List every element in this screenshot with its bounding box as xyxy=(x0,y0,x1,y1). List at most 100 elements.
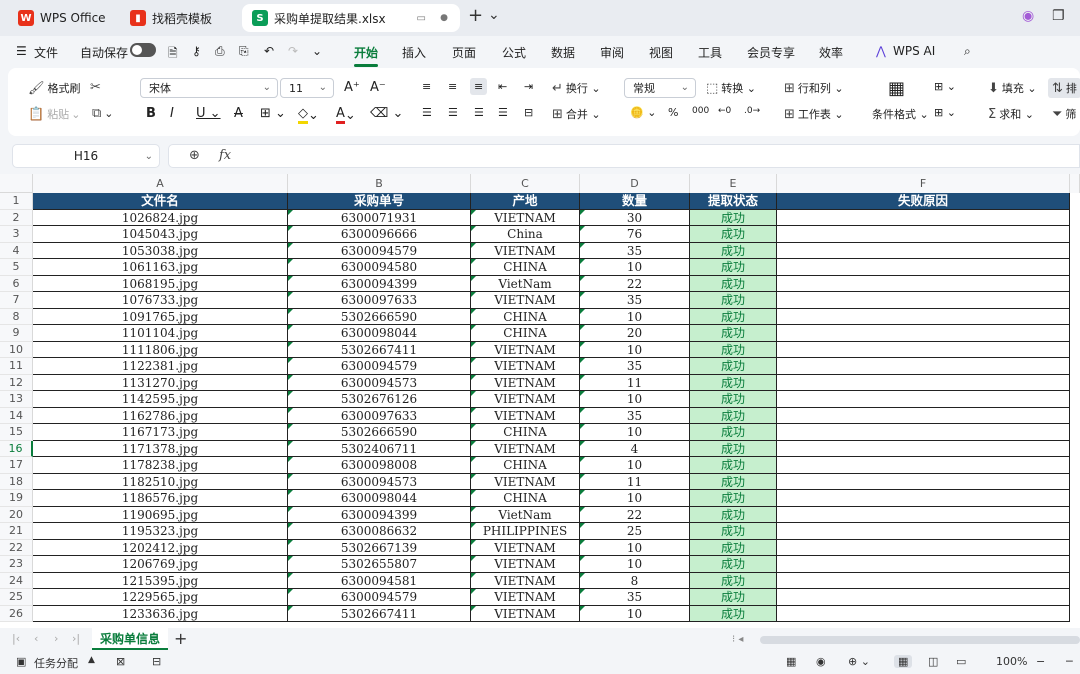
table-cell[interactable]: 成功 xyxy=(690,490,777,507)
search-icon[interactable]: ⌕ xyxy=(964,44,971,59)
cond-format-icon[interactable]: ▦ xyxy=(888,78,905,99)
table-cell[interactable]: 成功 xyxy=(690,209,777,226)
align-middle-icon[interactable]: ≡ xyxy=(448,80,457,93)
table-cell[interactable]: 6300071931 xyxy=(288,209,471,226)
redo-icon[interactable]: ↷ xyxy=(288,44,298,58)
table-cell[interactable]: 成功 xyxy=(690,226,777,243)
table-cell[interactable] xyxy=(777,506,1070,523)
table-cell[interactable] xyxy=(777,457,1070,474)
table-cell[interactable] xyxy=(777,209,1070,226)
align-bottom-icon[interactable]: ≡ xyxy=(470,78,488,95)
table-cell[interactable]: 6300094580 xyxy=(288,259,471,276)
table-cell[interactable] xyxy=(777,358,1070,375)
table-cell[interactable]: 6300096666 xyxy=(288,226,471,243)
cell-info-icon[interactable]: ⊟ xyxy=(152,655,161,668)
table-cell[interactable] xyxy=(777,259,1070,276)
table-cell[interactable] xyxy=(777,242,1070,259)
locate-icon[interactable]: ⊕ ⌄ xyxy=(848,655,870,668)
tab-active-document[interactable]: S 采购单提取结果.xlsx ▭ ● xyxy=(242,4,460,32)
tab-insert[interactable]: 插入 xyxy=(402,44,426,61)
table-cell[interactable]: 10 xyxy=(580,605,690,622)
page-layout-icon[interactable]: ◫ xyxy=(928,655,938,668)
row-header[interactable]: 20 xyxy=(0,506,33,523)
table-cell[interactable]: 1190695.jpg xyxy=(33,506,288,523)
restore-window-icon[interactable]: ❐ xyxy=(1052,8,1065,24)
table-cell[interactable]: 成功 xyxy=(690,341,777,358)
table-cell[interactable]: 35 xyxy=(580,407,690,424)
table-cell[interactable]: China xyxy=(471,226,580,243)
table-cell[interactable]: CHINA xyxy=(471,424,580,441)
table-cell[interactable]: 1076733.jpg xyxy=(33,292,288,309)
table-cell[interactable]: 5302667139 xyxy=(288,539,471,556)
row-header[interactable]: 3 xyxy=(0,226,33,243)
bold-icon[interactable]: B xyxy=(146,106,156,121)
table-cell[interactable]: VIETNAM xyxy=(471,341,580,358)
table-cell[interactable]: 6300094573 xyxy=(288,473,471,490)
table-cell[interactable]: 11 xyxy=(580,473,690,490)
autosave-toggle[interactable] xyxy=(130,43,156,57)
table-cell[interactable]: 成功 xyxy=(690,358,777,375)
table-cell[interactable]: 成功 xyxy=(690,424,777,441)
table-cell[interactable]: 成功 xyxy=(690,539,777,556)
table-cell[interactable]: VIETNAM xyxy=(471,572,580,589)
table-cell[interactable]: 22 xyxy=(580,275,690,292)
table-cell[interactable]: VIETNAM xyxy=(471,242,580,259)
table-cell[interactable]: 1186576.jpg xyxy=(33,490,288,507)
table-cell[interactable]: 10 xyxy=(580,391,690,408)
table-cell[interactable]: 成功 xyxy=(690,523,777,540)
underline-icon[interactable]: U ⌄ xyxy=(196,106,221,121)
header-cell[interactable]: 提取状态 xyxy=(690,193,777,210)
fill-color-icon[interactable]: ◇ ⌄ xyxy=(298,106,319,124)
table-cell[interactable] xyxy=(777,374,1070,391)
table-cell[interactable]: VIETNAM xyxy=(471,391,580,408)
table-cell[interactable]: 成功 xyxy=(690,292,777,309)
table-cell[interactable]: 1206769.jpg xyxy=(33,556,288,573)
align-center-icon[interactable]: ☰ xyxy=(448,106,458,119)
align-right-icon[interactable]: ☰ xyxy=(474,106,484,119)
tab-efficiency[interactable]: 效率 xyxy=(819,44,843,61)
table-cell[interactable]: 1182510.jpg xyxy=(33,473,288,490)
row-header[interactable]: 8 xyxy=(0,308,33,325)
row-header[interactable]: 1 xyxy=(0,193,33,210)
table-cell[interactable]: 1122381.jpg xyxy=(33,358,288,375)
table-cell[interactable]: 1061163.jpg xyxy=(33,259,288,276)
table-cell[interactable]: 6300097633 xyxy=(288,407,471,424)
table-cell[interactable] xyxy=(777,325,1070,342)
table-cell[interactable]: 1233636.jpg xyxy=(33,605,288,622)
header-cell[interactable]: 产地 xyxy=(471,193,580,210)
task-assign-label[interactable]: 任务分配 xyxy=(34,655,78,671)
add-sheet-button[interactable]: + xyxy=(174,629,187,648)
tab-list-chevron-icon[interactable]: ⌄ xyxy=(488,7,500,23)
row-header[interactable]: 23 xyxy=(0,556,33,573)
thousands-icon[interactable]: 000 xyxy=(692,106,709,116)
table-cell[interactable] xyxy=(777,292,1070,309)
zoom-icon[interactable]: ⊕ xyxy=(189,148,200,163)
tab-wps-office[interactable]: W WPS Office xyxy=(8,4,116,32)
row-header[interactable]: 19 xyxy=(0,490,33,507)
table-cell[interactable]: 成功 xyxy=(690,589,777,606)
table-cell[interactable]: 6300094573 xyxy=(288,374,471,391)
table-view-icon[interactable]: ▦ xyxy=(786,655,796,668)
page-break-icon[interactable]: ▭ xyxy=(956,655,966,668)
new-tab-button[interactable]: + xyxy=(468,5,483,26)
table-cell[interactable]: 成功 xyxy=(690,391,777,408)
table-cell[interactable]: 10 xyxy=(580,308,690,325)
table-cell[interactable]: 10 xyxy=(580,259,690,276)
print-icon[interactable]: ⎙ xyxy=(215,44,225,59)
tab-page[interactable]: 页面 xyxy=(452,44,476,61)
table-cell[interactable]: 25 xyxy=(580,523,690,540)
worksheet-button[interactable]: ⊞ 工作表 ⌄ xyxy=(784,106,844,122)
table-cell[interactable] xyxy=(777,523,1070,540)
table-cell[interactable]: VIETNAM xyxy=(471,539,580,556)
row-header[interactable]: 16 xyxy=(0,440,33,457)
decrease-indent-icon[interactable]: ⇤ xyxy=(498,80,507,93)
table-cell[interactable]: VIETNAM xyxy=(471,440,580,457)
zoom-out-icon[interactable]: − xyxy=(1036,655,1045,668)
more-chevron-icon[interactable]: ⌄ xyxy=(312,44,322,58)
paste-button[interactable]: 📋 粘贴 ⌄ xyxy=(28,106,80,122)
row-header[interactable]: 12 xyxy=(0,374,33,391)
table-cell[interactable]: 1045043.jpg xyxy=(33,226,288,243)
table-cell[interactable]: 成功 xyxy=(690,457,777,474)
table-cell[interactable] xyxy=(777,226,1070,243)
table-cell[interactable]: VIETNAM xyxy=(471,292,580,309)
